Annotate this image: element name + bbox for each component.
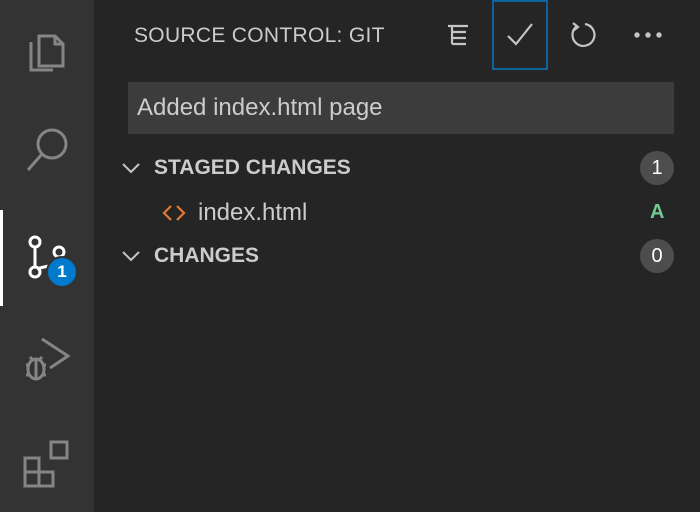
debug-icon <box>26 337 71 381</box>
staged-count-badge: 1 <box>640 151 674 185</box>
source-control-panel: SOURCE CONTROL: GIT Added index.html pag… <box>94 0 700 512</box>
search-icon <box>26 128 68 171</box>
changes-group[interactable]: CHANGES 0 <box>94 234 700 278</box>
check-icon <box>507 23 533 46</box>
commit-message-input[interactable] <box>128 82 674 134</box>
chevron-down-icon <box>120 246 142 271</box>
refresh-icon <box>571 22 596 47</box>
panel-header: SOURCE CONTROL: GIT <box>94 0 700 70</box>
extensions-icon <box>23 440 69 488</box>
staged-changes-label: STAGED CHANGES <box>154 156 351 179</box>
list-tree-icon <box>448 24 468 46</box>
activity-extensions[interactable] <box>0 414 94 512</box>
activity-run-debug[interactable] <box>0 308 94 408</box>
commit-button[interactable] <box>492 0 548 70</box>
more-actions-button[interactable] <box>620 0 676 70</box>
source-control-badge: 1 <box>46 256 78 288</box>
file-name: index.html <box>198 199 308 226</box>
refresh-button[interactable] <box>556 0 612 70</box>
ellipsis-icon <box>634 32 662 38</box>
changes-label: CHANGES <box>154 244 260 267</box>
staged-changes-group[interactable]: STAGED CHANGES 1 <box>94 146 700 190</box>
changes-count-badge: 0 <box>640 239 674 273</box>
code-file-icon <box>162 202 186 229</box>
activity-explorer[interactable] <box>0 0 94 100</box>
activity-source-control[interactable] <box>0 206 94 306</box>
staged-file-row[interactable]: index.html A <box>94 192 700 234</box>
activity-search[interactable] <box>0 100 94 200</box>
view-as-tree-button[interactable] <box>430 0 486 70</box>
files-icon <box>29 34 65 72</box>
chevron-down-icon <box>120 158 142 183</box>
panel-title: SOURCE CONTROL: GIT <box>134 24 385 47</box>
file-status-added: A <box>650 201 665 223</box>
activity-bar: 1 <box>0 0 94 512</box>
